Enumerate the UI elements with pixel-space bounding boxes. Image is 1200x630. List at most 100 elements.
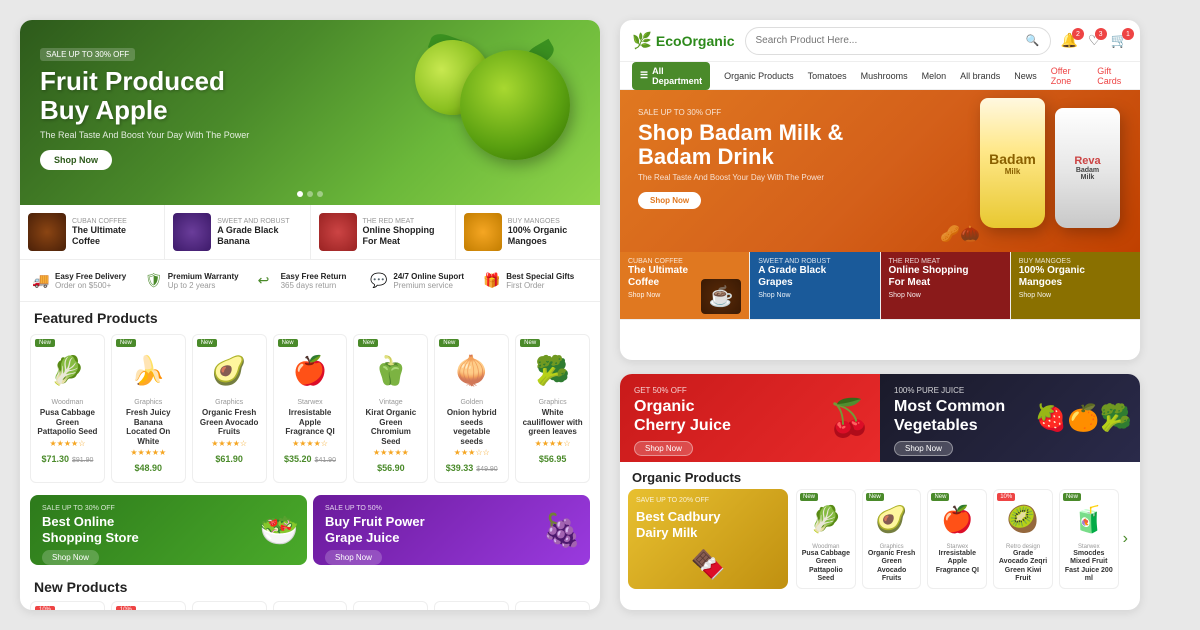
right-column: 🌿 EcoOrganic 🔍 🔔2 ♡3 🛒1 ☰ All Departmen [620, 20, 1140, 610]
new-prod-3[interactable]: 🥒 [273, 601, 348, 610]
product-card-1[interactable]: New 🍌 Graphics Fresh Juicy Banana Locate… [111, 334, 186, 483]
nav-brands[interactable]: All brands [960, 71, 1000, 81]
new-prod-2[interactable]: 🍍 [192, 601, 267, 610]
product-card-5[interactable]: New 🧅 Golden Onion hybrid seeds vegetabl… [434, 334, 509, 483]
org-card-4[interactable]: New 🧃 Starwex Smocdes Mixed Fruit Fast J… [1059, 489, 1119, 589]
cat-card-mango[interactable]: BUY MANGOES 100% OrganicMangoes [456, 205, 600, 259]
prod-img-3: 🍎 [283, 345, 338, 395]
right-bottom-panel: GET 50% OFF OrganicCherry Juice Shop Now… [620, 374, 1140, 610]
hero-shop-btn[interactable]: Shop Now [40, 150, 112, 170]
notif-badge: 2 [1072, 28, 1084, 40]
prod-vendor-6: Graphics [522, 399, 583, 406]
r-cat-grapes[interactable]: SWEET AND ROBUST A Grade BlackGrapes Sho… [750, 252, 880, 319]
product-card-6[interactable]: New 🥦 Graphics White cauliflower with gr… [515, 334, 590, 483]
new-prod-1[interactable]: 10% 🧴 [111, 601, 186, 610]
prod-img-5: 🧅 [444, 345, 499, 395]
cat-card-coffee[interactable]: CUBAN COFFEE The UltimateCoffee [20, 205, 165, 259]
cat-card-meat[interactable]: THE RED MEAT Online ShoppingFor Meat [311, 205, 456, 259]
prod-rating-5: ★★★☆☆ [441, 448, 502, 457]
logo-text: EcoOrganic [656, 33, 735, 49]
org-next-btn[interactable]: › [1119, 489, 1132, 589]
product-card-3[interactable]: New 🍎 Starwex Irresistable Apple Fragran… [273, 334, 348, 483]
cat-title-coffee: The UltimateCoffee [72, 225, 156, 247]
promo-veggies[interactable]: 100% PURE JUICE Most CommonVegetables Sh… [880, 374, 1140, 462]
cat-label-grapes: SWEET AND ROBUST [217, 218, 301, 225]
promo-btn-purple[interactable]: Shop Now [325, 550, 382, 565]
nav-gifts[interactable]: Gift Cards [1097, 66, 1128, 86]
search-input[interactable] [756, 35, 1026, 46]
nav-offer[interactable]: Offer Zone [1051, 66, 1084, 86]
promo-cherry-badge: GET 50% OFF [634, 386, 866, 395]
new-img-3: 🥒 [285, 608, 335, 610]
new-prod-4[interactable]: 🫘 [353, 601, 428, 610]
nav-organic[interactable]: Organic Products [724, 71, 794, 81]
cat-img-coffee [28, 213, 66, 251]
org-card-0[interactable]: New 🥬 Woodman Pusa Cabbage Green Pattapo… [796, 489, 856, 589]
nav-mushrooms[interactable]: Mushrooms [861, 71, 908, 81]
wishlist-icon[interactable]: ♡3 [1088, 32, 1101, 49]
promo-img-green: 🥗 [259, 511, 299, 549]
r-cat-meat[interactable]: THE RED MEAT Online ShoppingFor Meat Sho… [881, 252, 1011, 319]
org-badge-2: New [931, 493, 949, 501]
prod-badge-3: New [278, 339, 298, 347]
org-banner[interactable]: SAVE UP TO 20% OFF Best CadburyDairy Mil… [628, 489, 788, 589]
cart-badge: 1 [1122, 28, 1134, 40]
prod-badge-1: New [116, 339, 136, 347]
feature-gifts-text: Best Special Gifts First Order [506, 272, 574, 290]
org-card-3[interactable]: 10% 🥝 Retro design Grade Avocado Zeqri G… [993, 489, 1053, 589]
notification-icon[interactable]: 🔔2 [1061, 32, 1078, 49]
r-cat-title-meat: Online ShoppingFor Meat [889, 265, 1002, 289]
product-card-4[interactable]: New 🫑 Vintage Kirat Organic Green Chromi… [353, 334, 428, 483]
r-cat-btn-meat[interactable]: Shop Now [889, 292, 1002, 299]
org-card-2[interactable]: New 🍎 Starwex Irresistable Apple Fragran… [927, 489, 987, 589]
prod-name-2: Organic Fresh Green Avocado Fruits [199, 408, 260, 437]
rh-shop-btn[interactable]: Shop Now [638, 192, 701, 209]
nav-tomatoes[interactable]: Tomatoes [808, 71, 847, 81]
new-prod-6[interactable]: 🌿 [515, 601, 590, 610]
left-hero-banner: SALE UP TO 30% OFF Fruit ProducedBuy App… [20, 20, 600, 205]
org-card-1[interactable]: New 🥑 Graphics Organic Fresh Green Avoca… [862, 489, 922, 589]
features-row: 🚚 Easy Free Delivery Order on $500+ 🛡 Pr… [20, 260, 600, 302]
r-cat-coffee[interactable]: CUBAN COFFEE The UltimateCoffee Shop Now… [620, 252, 750, 319]
promo-veggies-btn[interactable]: Shop Now [894, 441, 953, 456]
cat-text-coffee: CUBAN COFFEE The UltimateCoffee [72, 218, 156, 247]
promo-title-purple: Buy Fruit PowerGrape Juice [325, 514, 578, 545]
r-cat-btn-grapes[interactable]: Shop Now [758, 292, 871, 299]
support-icon: 💬 [370, 272, 388, 290]
cat-title-grapes: A Grade BlackBanana [217, 225, 301, 247]
promo-banner-purple[interactable]: SALE UP TO 50% Buy Fruit PowerGrape Juic… [313, 495, 590, 565]
nav-melon[interactable]: Melon [922, 71, 947, 81]
r-cat-title-grapes: A Grade BlackGrapes [758, 265, 871, 289]
right-hero-banner: SALE UP TO 30% OFF Shop Badam Milk &Bada… [620, 90, 1140, 252]
cart-icon[interactable]: 🛒1 [1111, 32, 1128, 49]
prod-name-0: Pusa Cabbage Green Pattapolio Seed [37, 408, 98, 437]
feature-return-text: Easy Free Return 365 days return [281, 272, 347, 290]
nav-dept-btn[interactable]: ☰ All Department [632, 62, 710, 90]
new-prod-5[interactable]: 🥔 [434, 601, 509, 610]
dept-label: All Department [652, 66, 702, 86]
promo-cherry-btn[interactable]: Shop Now [634, 441, 693, 456]
promo-banner-green[interactable]: SALE UP TO 30% OFF Best OnlineShopping S… [30, 495, 307, 565]
r-cat-btn-mango[interactable]: Shop Now [1019, 292, 1132, 299]
right-cat-row: CUBAN COFFEE The UltimateCoffee Shop Now… [620, 252, 1140, 320]
product-card-2[interactable]: New 🥑 Graphics Organic Fresh Green Avoca… [192, 334, 267, 483]
new-prod-0[interactable]: 10% 🍎 [30, 601, 105, 610]
prod-img-2: 🥑 [202, 345, 257, 395]
dot-1 [297, 191, 303, 197]
r-cat-mango[interactable]: BUY MANGOES 100% OrganicMangoes Shop Now [1011, 252, 1140, 319]
left-category-row: CUBAN COFFEE The UltimateCoffee SWEET AN… [20, 205, 600, 260]
promo-btn-green[interactable]: Shop Now [42, 550, 99, 565]
org-name-4: Smocdes Mixed Fruit Fast Juice 200 ml [1064, 550, 1114, 584]
search-bar[interactable]: 🔍 [745, 27, 1051, 55]
cat-label-coffee: CUBAN COFFEE [72, 218, 156, 225]
product-card-0[interactable]: New 🥬 Woodman Pusa Cabbage Green Pattapo… [30, 334, 105, 483]
feature-delivery: 🚚 Easy Free Delivery Order on $500+ [28, 260, 141, 301]
nav-news[interactable]: News [1014, 71, 1037, 81]
cat-img-mango [464, 213, 502, 251]
prod-vendor-5: Golden [441, 399, 502, 406]
org-badge-4: New [1063, 493, 1081, 501]
promo-cherry[interactable]: GET 50% OFF OrganicCherry Juice Shop Now… [620, 374, 880, 462]
org-products-title: Organic Products [620, 462, 1140, 489]
cat-card-grapes[interactable]: SWEET AND ROBUST A Grade BlackBanana [165, 205, 310, 259]
org-badge-3: 10% [997, 493, 1015, 501]
